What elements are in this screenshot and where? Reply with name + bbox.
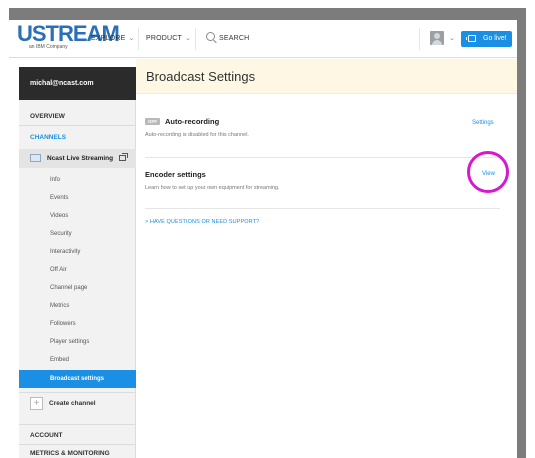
sidebar-item-videos[interactable]: Videos — [19, 207, 136, 225]
sidebar-divider — [19, 424, 136, 425]
sidebar-item-channel-page[interactable]: Channel page — [19, 279, 136, 297]
nav-divider — [138, 28, 139, 50]
sidebar-item-player-settings[interactable]: Player settings — [19, 333, 136, 351]
plus-icon: + — [30, 397, 43, 410]
nav-search-label: SEARCH — [219, 35, 250, 42]
channel-thumbnail — [30, 154, 41, 162]
channel-row[interactable]: Ncast Live Streaming — [19, 149, 136, 168]
encoder-section: Encoder settings Learn how to set up you… — [145, 170, 500, 191]
sidebar-item-followers[interactable]: Followers — [19, 315, 136, 333]
support-link-label: HAVE QUESTIONS OR NEED SUPPORT? — [149, 219, 260, 225]
nav-explore[interactable]: EXPLORE ⌄ — [91, 20, 135, 58]
sidebar-divider — [19, 125, 136, 126]
encoder-title: Encoder settings — [145, 170, 206, 179]
sidebar-item-metrics[interactable]: Metrics — [19, 297, 136, 315]
page-title: Broadcast Settings — [146, 69, 256, 84]
logo-wordmark: USTREAM — [17, 21, 120, 46]
sidebar-item-events[interactable]: Events — [19, 189, 136, 207]
create-channel-button[interactable]: + Create channel — [19, 393, 136, 415]
account-email[interactable]: michal@ncast.com — [19, 67, 136, 100]
sidebar-item-interactivity[interactable]: Interactivity — [19, 243, 136, 261]
auto-recording-description: Auto-recording is disabled for this chan… — [145, 132, 249, 138]
ustream-logo[interactable]: USTREAM an IBM Company — [17, 21, 120, 53]
camera-icon — [466, 35, 476, 42]
support-link[interactable]: > HAVE QUESTIONS OR NEED SUPPORT? — [145, 219, 259, 225]
chevron-down-icon: ⌄ — [185, 35, 192, 42]
external-link-icon[interactable] — [119, 153, 128, 161]
page-header: Broadcast Settings — [136, 59, 517, 94]
auto-recording-section: OFF Auto-recording Auto-recording is disa… — [145, 117, 500, 138]
nav-product-label: PRODUCT — [146, 35, 183, 42]
chevron-down-icon[interactable]: ⌄ — [449, 20, 455, 58]
sidebar-divider — [19, 444, 136, 445]
chevron-right-icon: > — [145, 219, 149, 225]
sidebar: michal@ncast.com OVERVIEW CHANNELS Ncast… — [19, 67, 136, 458]
nav-product[interactable]: PRODUCT ⌄ — [146, 20, 191, 58]
top-navigation: USTREAM an IBM Company EXPLORE ⌄ PRODUCT ⌄… — [9, 20, 517, 58]
status-badge: OFF — [145, 118, 160, 125]
sidebar-item-broadcast-settings[interactable]: Broadcast settings — [19, 370, 136, 388]
sidebar-overview[interactable]: OVERVIEW — [19, 113, 136, 120]
avatar[interactable] — [430, 31, 444, 45]
sidebar-item-info[interactable]: Info — [19, 171, 136, 189]
sidebar-item-off-air[interactable]: Off Air — [19, 261, 136, 279]
encoder-description: Learn how to set up your own equipment f… — [145, 185, 280, 191]
window-chrome-top — [9, 8, 526, 20]
create-channel-label: Create channel — [49, 400, 96, 407]
auto-recording-title-text: Auto-recording — [165, 117, 220, 126]
auto-recording-title: OFF Auto-recording — [145, 117, 500, 126]
sidebar-account[interactable]: ACCOUNT — [19, 432, 136, 439]
sidebar-item-embed[interactable]: Embed — [19, 351, 136, 369]
nav-explore-label: EXPLORE — [91, 35, 126, 42]
sidebar-item-security[interactable]: Security — [19, 225, 136, 243]
section-divider — [145, 157, 500, 158]
highlight-annotation — [467, 151, 509, 193]
window-chrome-right — [517, 8, 526, 458]
channel-name: Ncast Live Streaming — [47, 155, 114, 162]
nav-divider — [195, 28, 196, 50]
go-live-button[interactable]: Go live! — [461, 31, 512, 47]
section-divider — [145, 208, 500, 209]
go-live-label: Go live! — [483, 35, 507, 42]
sidebar-metrics-monitoring[interactable]: METRICS & MONITORING — [19, 450, 136, 457]
nav-search[interactable]: SEARCH — [206, 20, 249, 58]
sidebar-channels[interactable]: CHANNELS — [19, 134, 136, 141]
auto-recording-settings-link[interactable]: Settings — [472, 120, 494, 126]
chevron-down-icon: ⌄ — [128, 35, 135, 42]
nav-divider — [419, 28, 420, 50]
search-icon — [206, 32, 215, 41]
